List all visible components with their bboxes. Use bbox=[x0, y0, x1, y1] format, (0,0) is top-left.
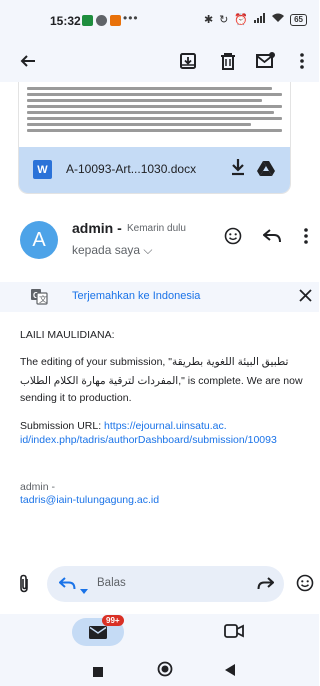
more-vert-icon[interactable] bbox=[290, 49, 314, 73]
emoji-reaction-icon[interactable] bbox=[222, 225, 244, 247]
delete-icon[interactable] bbox=[216, 49, 240, 73]
submission-url-link[interactable]: id/index.php/tadris/authorDashboard/subm… bbox=[20, 432, 277, 449]
wifi-icon bbox=[272, 13, 285, 26]
chevron-down-icon: ⌵ bbox=[143, 243, 153, 257]
reply-icon[interactable] bbox=[261, 225, 283, 247]
svg-text:文: 文 bbox=[39, 294, 47, 304]
email-body-line: المفردات لترقية مهارة الكلام الطلاب," is… bbox=[20, 375, 303, 387]
back-nav-icon[interactable] bbox=[225, 663, 235, 681]
notification-app-icon bbox=[96, 15, 107, 26]
translate-link[interactable]: Terjemahkan ke Indonesia bbox=[72, 290, 200, 302]
reply-placeholder: Balas bbox=[97, 577, 126, 589]
notification-app-icon bbox=[110, 15, 121, 26]
sender-name[interactable]: admin - bbox=[72, 220, 122, 236]
status-icons: ✱ ↻ ⏰ 65 bbox=[204, 13, 307, 26]
forward-icon[interactable] bbox=[257, 577, 275, 595]
email-body-line: The editing of your submission, "تطبيق ا… bbox=[20, 356, 289, 368]
mail-icon bbox=[89, 626, 107, 644]
submission-url-link[interactable]: https://ejournal.uinsatu.ac. bbox=[104, 420, 227, 432]
recents-icon[interactable] bbox=[93, 664, 103, 682]
signal-icon bbox=[254, 13, 266, 26]
meet-video-icon[interactable] bbox=[224, 624, 244, 643]
status-bar: 15:32 ••• ✱ ↻ ⏰ 65 bbox=[0, 0, 319, 40]
translate-bar: G文 Terjemahkan ke Indonesia bbox=[0, 282, 319, 312]
archive-icon[interactable] bbox=[176, 49, 200, 73]
alarm-icon: ⏰ bbox=[234, 14, 249, 26]
chevron-down-icon[interactable] bbox=[80, 581, 88, 599]
sync-icon: ↻ bbox=[219, 14, 229, 26]
bottom-nav: 99+ bbox=[0, 614, 319, 652]
attachment-card[interactable]: W A-10093-Art...1030.docx bbox=[18, 82, 291, 194]
submission-url-label: Submission URL: bbox=[20, 420, 102, 432]
email-body-line: sending it to production. bbox=[20, 392, 132, 404]
signature-email-link[interactable]: tadris@iain-tulungagung.ac.id bbox=[20, 492, 159, 509]
unread-count-badge: 99+ bbox=[102, 615, 124, 626]
attachment-preview bbox=[19, 82, 290, 147]
attach-file-icon[interactable] bbox=[18, 574, 30, 598]
message-time: Kemarin dulu bbox=[127, 223, 186, 234]
word-file-icon: W bbox=[33, 160, 52, 179]
email-greeting: LAILI MAULIDIANA: bbox=[20, 329, 115, 341]
notification-app-icon bbox=[82, 15, 93, 26]
translate-icon: G文 bbox=[30, 288, 48, 310]
home-icon[interactable] bbox=[157, 661, 173, 682]
app-bar bbox=[0, 40, 319, 82]
attachment-bar: W A-10093-Art...1030.docx bbox=[19, 147, 290, 193]
save-to-drive-icon[interactable] bbox=[257, 160, 275, 181]
bluetooth-icon: ✱ bbox=[203, 14, 214, 26]
recipient-details[interactable]: kepada saya ⌵ bbox=[72, 243, 153, 258]
emoji-icon[interactable] bbox=[296, 574, 314, 597]
mark-unread-icon[interactable] bbox=[254, 49, 278, 73]
attachment-file-name: A-10093-Art...1030.docx bbox=[66, 162, 197, 176]
back-arrow-icon[interactable] bbox=[16, 49, 40, 73]
message-more-icon[interactable] bbox=[295, 225, 317, 247]
battery-icon: 65 bbox=[290, 13, 307, 26]
reply-mode-icon[interactable] bbox=[58, 577, 76, 595]
avatar[interactable]: A bbox=[20, 221, 58, 259]
close-icon[interactable] bbox=[299, 289, 312, 307]
system-nav-bar bbox=[0, 652, 319, 686]
reply-input[interactable]: Balas bbox=[47, 566, 284, 602]
status-time: 15:32 bbox=[50, 14, 81, 28]
download-icon[interactable] bbox=[231, 158, 245, 181]
mail-tab[interactable]: 99+ bbox=[72, 615, 124, 646]
more-notifications-icon: ••• bbox=[123, 11, 139, 25]
